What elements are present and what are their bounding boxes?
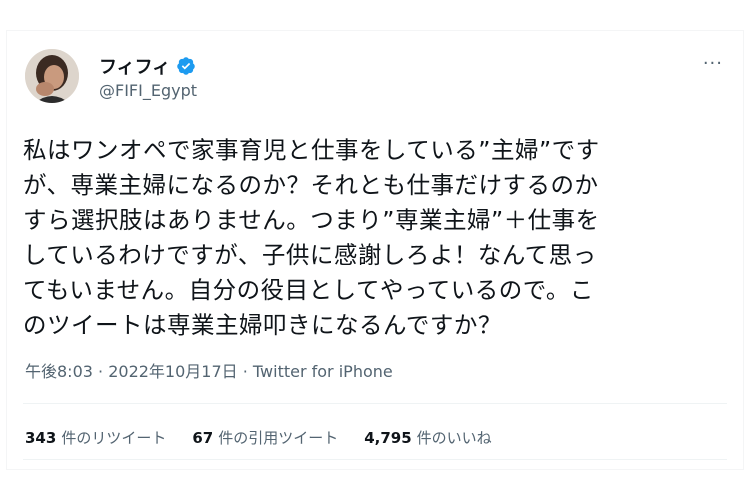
quotes-count: 67	[192, 429, 214, 447]
avatar[interactable]	[25, 49, 79, 103]
divider	[23, 459, 727, 460]
avatar-photo	[25, 49, 79, 103]
retweets-label: 件のリツイート	[61, 429, 167, 447]
quotes-stat[interactable]: 67 件の引用ツイート	[192, 427, 338, 448]
likes-label: 件のいいね	[416, 429, 492, 447]
tweet-text: 私はワンオペで家事育児と仕事をしている”主婦”です が、専業主婦になるのか？それ…	[23, 136, 600, 339]
tweet-date[interactable]: 2022年10月17日	[108, 362, 237, 381]
retweets-stat[interactable]: 343 件のリツイート	[25, 427, 166, 448]
likes-stat[interactable]: 4,795 件のいいね	[364, 427, 491, 448]
divider	[23, 403, 727, 404]
tweet-time[interactable]: 午後8:03	[25, 362, 93, 381]
user-handle[interactable]: @FIFI_Egypt	[99, 81, 197, 100]
name-row: フィフィ	[99, 53, 196, 79]
tweet-source[interactable]: Twitter for iPhone	[253, 362, 393, 381]
meta-separator: ·	[237, 362, 253, 381]
tweet-stats: 343 件のリツイート 67 件の引用ツイート 4,795 件のいいね	[25, 427, 492, 448]
verified-badge-icon	[176, 56, 196, 76]
tweet-meta: 午後8:03 · 2022年10月17日 · Twitter for iPhon…	[25, 358, 393, 382]
more-icon[interactable]: ···	[703, 53, 723, 74]
retweets-count: 343	[25, 429, 57, 447]
likes-count: 4,795	[364, 429, 412, 447]
quotes-label: 件の引用ツイート	[218, 429, 339, 447]
display-name[interactable]: フィフィ	[99, 53, 170, 79]
tweet-card: フィフィ @FIFI_Egypt ··· 私はワンオペで家事育児と仕事をしている…	[6, 30, 744, 470]
meta-separator: ·	[92, 362, 109, 381]
